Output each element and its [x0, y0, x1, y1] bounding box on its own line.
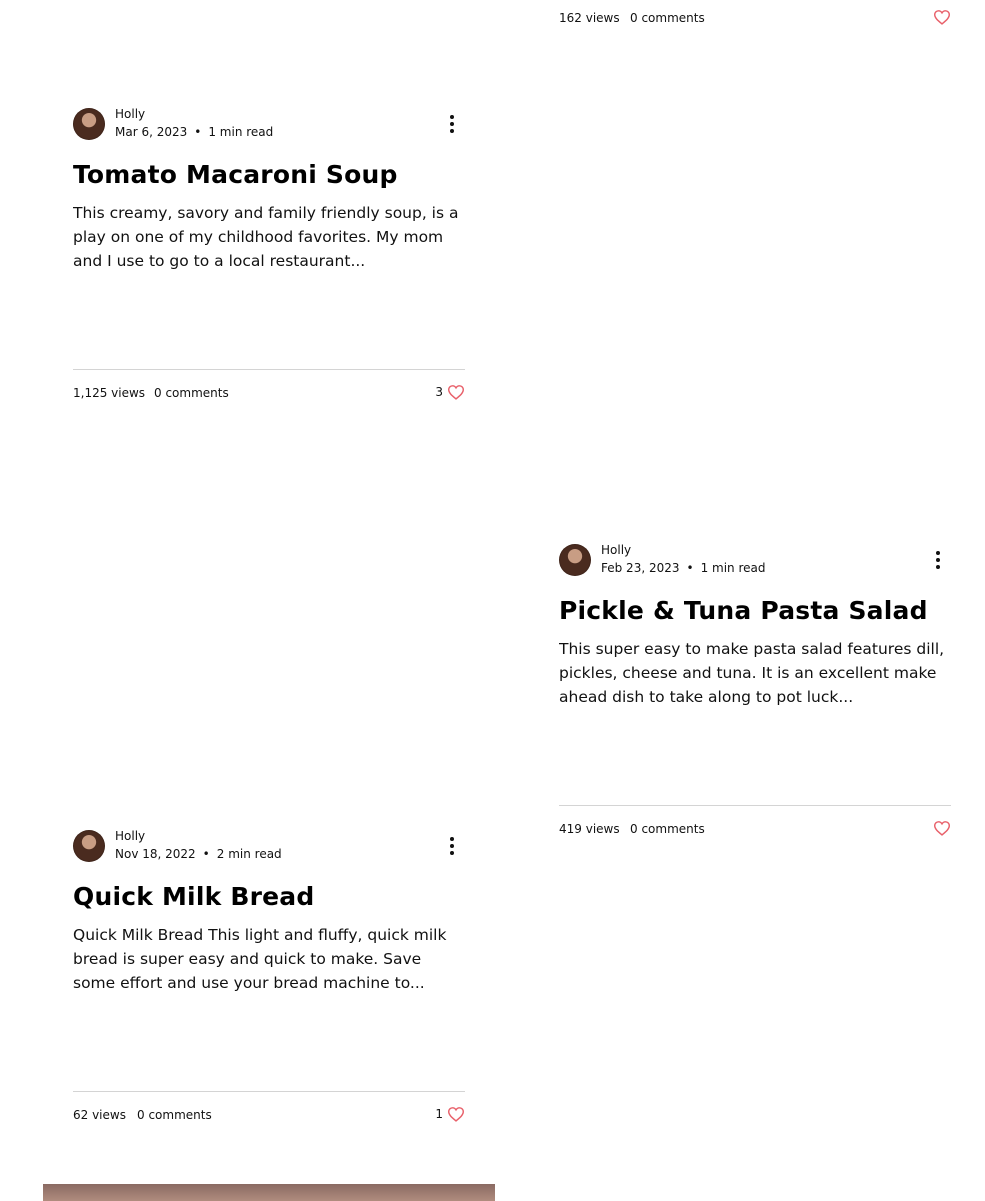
post-date: Nov 18, 2022: [115, 847, 196, 861]
post-cover-image[interactable]: [43, 1184, 495, 1201]
views-count: 162 views: [559, 11, 620, 25]
author-name[interactable]: Holly: [115, 829, 145, 843]
post-excerpt[interactable]: This creamy, savory and family friendly …: [73, 201, 465, 273]
author-name[interactable]: Holly: [601, 543, 631, 557]
read-time: 1 min read: [208, 125, 274, 139]
views-count: 1,125 views: [73, 386, 146, 400]
more-dot-icon: [450, 122, 454, 126]
avatar[interactable]: [73, 108, 105, 140]
post-date: Mar 6, 2023: [115, 125, 188, 139]
post-stats: 62 views 0 comments 1: [73, 1106, 465, 1126]
heart-outline-icon: [447, 385, 465, 400]
post-meta: Holly Nov 18, 2022 • 2 min read: [73, 829, 465, 864]
more-actions-button[interactable]: [439, 833, 465, 859]
more-dot-icon: [936, 565, 940, 569]
post-date: Feb 23, 2023: [601, 561, 680, 575]
divider: [73, 369, 465, 370]
comments-link[interactable]: 0 comments: [630, 822, 705, 836]
heart-outline-icon: [447, 1107, 465, 1122]
post-date-line: Mar 6, 2023 • 1 min read: [115, 125, 273, 139]
post-title[interactable]: Tomato Macaroni Soup: [73, 159, 465, 191]
post-title[interactable]: Quick Milk Bread: [73, 881, 465, 913]
separator-dot: •: [202, 847, 210, 861]
views-count: 419 views: [559, 822, 620, 836]
top-card-stats: 162 views 0 comments: [559, 9, 951, 29]
post-stats: 419 views 0 comments: [559, 820, 951, 840]
heart-outline-icon: [933, 821, 951, 836]
post-stats: 1,125 views 0 comments 3: [73, 384, 465, 404]
comments-link[interactable]: 0 comments: [630, 11, 705, 25]
more-dot-icon: [450, 844, 454, 848]
like-button[interactable]: 1: [435, 1106, 465, 1122]
views-count: 62 views: [73, 1108, 126, 1122]
separator-dot: •: [194, 125, 202, 139]
more-dot-icon: [936, 551, 940, 555]
comments-link[interactable]: 0 comments: [137, 1108, 212, 1122]
avatar[interactable]: [559, 544, 591, 576]
post-card[interactable]: Holly Mar 6, 2023 • 1 min read Tomato Maca…: [73, 107, 465, 273]
more-dot-icon: [450, 129, 454, 133]
like-button[interactable]: [933, 9, 951, 25]
heart-outline-icon: [933, 10, 951, 25]
like-count: 1: [435, 1107, 443, 1121]
more-dot-icon: [450, 115, 454, 119]
more-dot-icon: [450, 851, 454, 855]
divider: [73, 1091, 465, 1092]
like-button[interactable]: 3: [435, 384, 465, 400]
post-meta: Holly Feb 23, 2023 • 1 min read: [559, 543, 951, 578]
more-dot-icon: [450, 837, 454, 841]
separator-dot: •: [686, 561, 694, 575]
post-card[interactable]: Holly Nov 18, 2022 • 2 min read Quick Milk…: [73, 829, 465, 995]
read-time: 2 min read: [216, 847, 282, 861]
like-count: 3: [435, 385, 443, 399]
post-meta: Holly Mar 6, 2023 • 1 min read: [73, 107, 465, 142]
post-excerpt[interactable]: Quick Milk Bread This light and fluffy, …: [73, 923, 465, 995]
post-date-line: Feb 23, 2023 • 1 min read: [601, 561, 766, 575]
avatar[interactable]: [73, 830, 105, 862]
like-button[interactable]: [929, 820, 951, 836]
read-time: 1 min read: [700, 561, 766, 575]
comments-link[interactable]: 0 comments: [154, 386, 229, 400]
divider: [559, 805, 951, 806]
post-card[interactable]: Holly Feb 23, 2023 • 1 min read Pickle & T…: [559, 543, 951, 709]
author-name[interactable]: Holly: [115, 107, 145, 121]
more-actions-button[interactable]: [925, 547, 951, 573]
more-dot-icon: [936, 558, 940, 562]
post-excerpt[interactable]: This super easy to make pasta salad feat…: [559, 637, 951, 709]
post-title[interactable]: Pickle & Tuna Pasta Salad: [559, 595, 951, 627]
more-actions-button[interactable]: [439, 111, 465, 137]
post-date-line: Nov 18, 2022 • 2 min read: [115, 847, 282, 861]
